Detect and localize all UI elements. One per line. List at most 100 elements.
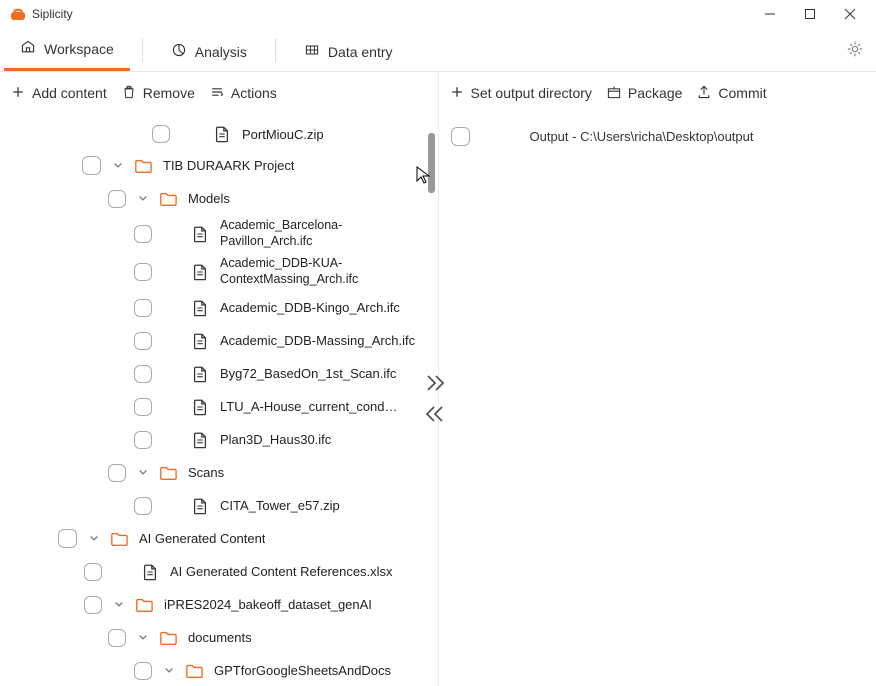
row-checkbox[interactable] bbox=[84, 563, 102, 581]
row-checkbox[interactable] bbox=[134, 263, 152, 281]
tree-row[interactable]: TIB DURAARK Project bbox=[0, 149, 438, 182]
row-checkbox[interactable] bbox=[134, 225, 152, 243]
chevron-down-icon[interactable] bbox=[134, 629, 152, 647]
tree-row[interactable]: Academic_DDB-Kingo_Arch.ifc bbox=[0, 291, 438, 324]
file-icon bbox=[188, 398, 212, 416]
row-checkbox[interactable] bbox=[108, 629, 126, 647]
tree-row[interactable]: AI Generated Content bbox=[0, 522, 438, 555]
row-checkbox[interactable] bbox=[134, 497, 152, 515]
tree-row[interactable]: Academic_Barcelona-Pavillon_Arch.ifc bbox=[0, 215, 438, 253]
file-icon bbox=[188, 299, 212, 317]
commit-button[interactable]: Commit bbox=[696, 84, 766, 103]
tree-row[interactable]: Plan3D_Haus30.ifc bbox=[0, 423, 438, 456]
window-close-button[interactable] bbox=[830, 0, 870, 28]
window-minimize-button[interactable] bbox=[750, 0, 790, 28]
nav-separator bbox=[142, 38, 143, 62]
row-checkbox[interactable] bbox=[134, 398, 152, 416]
file-icon bbox=[188, 332, 212, 350]
tree-row[interactable]: PortMiouC.zip bbox=[0, 119, 438, 149]
row-checkbox[interactable] bbox=[134, 662, 152, 680]
folder-icon bbox=[156, 190, 180, 208]
package-icon bbox=[606, 84, 622, 103]
chevron-down-icon[interactable] bbox=[134, 190, 152, 208]
actions-button[interactable]: Actions bbox=[209, 84, 277, 103]
folder-icon bbox=[132, 596, 156, 614]
row-checkbox[interactable] bbox=[108, 190, 126, 208]
row-label: Academic_DDB-Kingo_Arch.ifc bbox=[220, 300, 400, 315]
window-maximize-button[interactable] bbox=[790, 0, 830, 28]
tree-row[interactable]: Scans bbox=[0, 456, 438, 489]
row-label: Academic_DDB-KUA-ContextMassing_Arch.ifc bbox=[220, 256, 410, 287]
folder-icon bbox=[156, 629, 180, 647]
folder-icon bbox=[131, 157, 155, 175]
tree-row[interactable]: CITA_Tower_e57.zip bbox=[0, 489, 438, 522]
output-checkbox[interactable] bbox=[451, 127, 470, 146]
row-checkbox[interactable] bbox=[134, 365, 152, 383]
tree-row[interactable]: LTU_A-House_current_conditions.ifc bbox=[0, 390, 438, 423]
row-label: iPRES2024_bakeoff_dataset_genAI bbox=[164, 597, 372, 612]
chevron-down-icon[interactable] bbox=[110, 596, 128, 614]
row-label: Byg72_BasedOn_1st_Scan.ifc bbox=[220, 366, 396, 381]
row-checkbox[interactable] bbox=[58, 529, 77, 548]
row-label: Academic_Barcelona-Pavillon_Arch.ifc bbox=[220, 218, 410, 249]
content-tree-pane: Add content Remove Actions PortMiouC.zip bbox=[0, 72, 439, 686]
actions-icon bbox=[209, 84, 225, 103]
chevron-down-icon[interactable] bbox=[109, 157, 127, 175]
grid-icon bbox=[304, 42, 320, 61]
file-icon bbox=[188, 497, 212, 515]
row-checkbox[interactable] bbox=[134, 299, 152, 317]
folder-icon bbox=[182, 662, 206, 680]
action-label: Set output directory bbox=[471, 85, 592, 101]
package-button[interactable]: Package bbox=[606, 84, 682, 103]
tree-row[interactable]: GPTforGoogleSheetsAndDocs bbox=[0, 654, 438, 686]
row-checkbox[interactable] bbox=[82, 156, 101, 175]
plus-icon bbox=[10, 84, 26, 103]
title-bar: Siplicity bbox=[0, 0, 876, 28]
nav-bar: Workspace Analysis Data entry bbox=[0, 28, 876, 72]
row-checkbox[interactable] bbox=[134, 431, 152, 449]
row-checkbox[interactable] bbox=[84, 596, 102, 614]
trash-icon bbox=[121, 84, 137, 103]
row-label: CITA_Tower_e57.zip bbox=[220, 498, 340, 513]
output-row[interactable]: Output - C:\Users\richa\Desktop\output bbox=[439, 115, 876, 146]
upload-icon bbox=[696, 84, 712, 103]
file-icon bbox=[188, 365, 212, 383]
row-checkbox[interactable] bbox=[108, 464, 126, 482]
chevron-down-icon[interactable] bbox=[160, 662, 178, 680]
chevron-down-icon[interactable] bbox=[134, 464, 152, 482]
row-label: documents bbox=[188, 630, 252, 645]
tree-viewport[interactable]: PortMiouC.zip TIB DURAARK Project Mo bbox=[0, 115, 438, 686]
tree-row[interactable]: AI Generated Content References.xlsx bbox=[0, 555, 438, 588]
row-checkbox[interactable] bbox=[152, 125, 170, 143]
remove-button[interactable]: Remove bbox=[121, 84, 195, 103]
left-action-bar: Add content Remove Actions bbox=[0, 72, 438, 115]
plus-icon bbox=[449, 84, 465, 103]
tab-analysis[interactable]: Analysis bbox=[155, 32, 263, 71]
row-checkbox[interactable] bbox=[134, 332, 152, 350]
pane-toggle-buttons bbox=[424, 372, 446, 428]
row-label: GPTforGoogleSheetsAndDocs bbox=[214, 663, 391, 678]
expand-right-button[interactable] bbox=[424, 372, 446, 397]
row-label: Scans bbox=[188, 465, 224, 480]
home-icon bbox=[20, 39, 36, 58]
expand-left-button[interactable] bbox=[424, 403, 446, 428]
tree-row[interactable]: Academic_DDB-KUA-ContextMassing_Arch.ifc bbox=[0, 253, 438, 291]
add-content-button[interactable]: Add content bbox=[10, 84, 107, 103]
tab-label: Workspace bbox=[44, 41, 114, 57]
tree-row[interactable]: Models bbox=[0, 182, 438, 215]
tab-data-entry[interactable]: Data entry bbox=[288, 32, 409, 71]
row-label: TIB DURAARK Project bbox=[163, 158, 294, 173]
tree-row[interactable]: Byg72_BasedOn_1st_Scan.ifc bbox=[0, 357, 438, 390]
settings-button[interactable] bbox=[846, 40, 864, 61]
set-output-directory-button[interactable]: Set output directory bbox=[449, 84, 592, 103]
chevron-down-icon[interactable] bbox=[85, 530, 103, 548]
row-label: Models bbox=[188, 191, 230, 206]
right-action-bar: Set output directory Package Commit bbox=[439, 72, 876, 115]
tab-label: Analysis bbox=[195, 44, 247, 60]
tree-row[interactable]: documents bbox=[0, 621, 438, 654]
tree-row[interactable]: iPRES2024_bakeoff_dataset_genAI bbox=[0, 588, 438, 621]
app-icon bbox=[10, 6, 26, 22]
folder-icon bbox=[107, 530, 131, 548]
tree-row[interactable]: Academic_DDB-Massing_Arch.ifc bbox=[0, 324, 438, 357]
tab-workspace[interactable]: Workspace bbox=[4, 29, 130, 71]
